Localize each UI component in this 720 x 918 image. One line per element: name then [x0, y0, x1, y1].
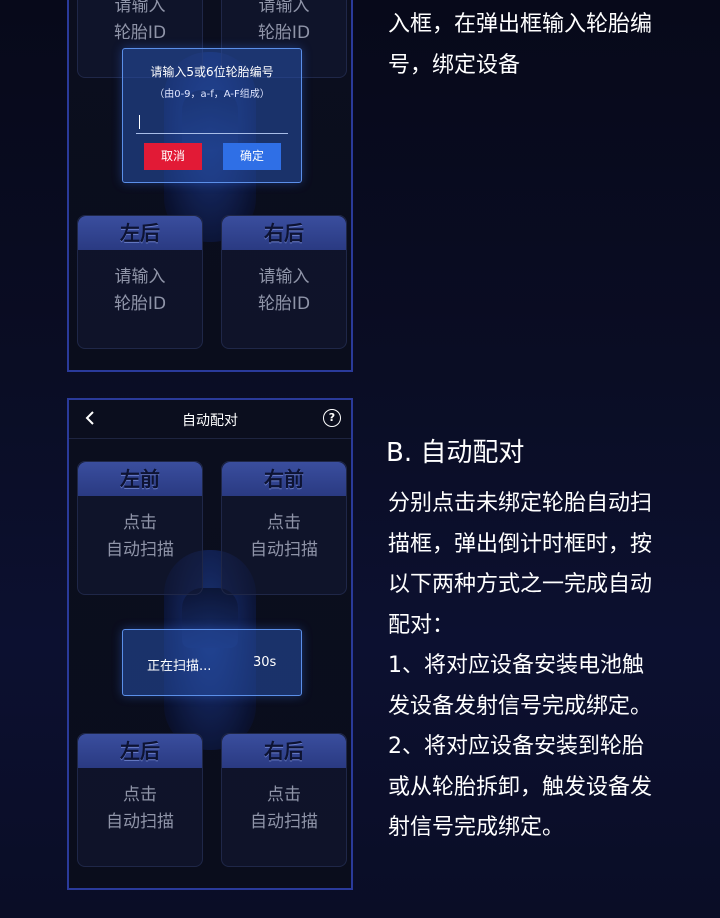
text-line: 配对： — [388, 612, 455, 638]
text-line: 号，绑定设备 — [388, 52, 521, 78]
tire-id-input-dialog: 请输入5或6位轮胎编号 （由0-9，a-f，A-F组成） 取消 确定 — [122, 48, 302, 183]
tire-label: 右后 — [222, 216, 346, 250]
confirm-button[interactable]: 确定 — [223, 143, 281, 170]
tire-prompt-line: 点击 — [267, 513, 301, 533]
tire-prompt-line: 点击 — [267, 785, 301, 805]
tire-placeholder-line: 请输入 — [114, 0, 166, 16]
dialog-hint: （由0-9，a-f，A-F组成） — [154, 89, 270, 100]
phone-screenshot-auto-pair: 自动配对 ? 左前 点击 自动扫描 右前 点击 自动扫描 左后 点击 自动扫描 … — [67, 398, 353, 890]
tire-placeholder-line: 请输入 — [258, 267, 310, 287]
tire-placeholder-line: 轮胎ID — [113, 23, 167, 43]
question-circle-icon[interactable]: ? — [323, 409, 341, 427]
cancel-button[interactable]: 取消 — [144, 143, 202, 170]
text-line: 分别点击未绑定轮胎自动扫 — [388, 491, 653, 516]
tire-prompt: 点击 自动扫描 — [78, 510, 202, 564]
auto-pair-instructions: 分别点击未绑定轮胎自动扫 描框，弹出倒计时框时，按 以下两种方式之一完成自动 配… — [388, 484, 688, 849]
nav-bar: 自动配对 ? — [69, 400, 351, 439]
tire-placeholder-line: 请输入 — [114, 267, 166, 287]
tire-prompt: 点击 自动扫描 — [222, 510, 346, 564]
tire-box-rear-left[interactable]: 左后 点击 自动扫描 — [77, 733, 203, 867]
dialog-title: 请输入5或6位轮胎编号 — [150, 65, 274, 79]
tire-prompt-line: 自动扫描 — [106, 812, 174, 832]
scanning-status: 正在扫描... — [147, 659, 212, 674]
text-line: 描框，弹出倒计时框时，按 — [388, 531, 653, 557]
intro-text-continued: 入框，在弹出框输入轮胎编 号，绑定设备 — [388, 5, 688, 86]
countdown-timer: 30s — [253, 655, 277, 670]
text-line: 2、将对应设备安装到轮胎 — [388, 734, 644, 759]
tire-box-rear-right[interactable]: 右后 点击 自动扫描 — [221, 733, 347, 867]
text-line: 以下两种方式之一完成自动 — [388, 572, 653, 597]
tire-prompt: 点击 自动扫描 — [222, 782, 346, 836]
tire-prompt-line: 点击 — [123, 513, 157, 533]
tire-label: 左后 — [78, 216, 202, 250]
tire-label: 左后 — [78, 734, 202, 768]
tire-prompt-line: 自动扫描 — [106, 540, 174, 560]
section-heading: B. 自动配对 — [386, 438, 525, 468]
tire-prompt-line: 点击 — [123, 785, 157, 805]
tire-box-front-right[interactable]: 右前 点击 自动扫描 — [221, 461, 347, 595]
tire-id-input[interactable] — [136, 113, 288, 134]
tire-box-rear-right[interactable]: 右后 请输入 轮胎ID — [221, 215, 347, 349]
text-line: 1、将对应设备安装电池触 — [388, 653, 644, 678]
tire-label: 左前 — [78, 462, 202, 496]
tire-label: 右后 — [222, 734, 346, 768]
tire-box-front-left[interactable]: 左前 点击 自动扫描 — [77, 461, 203, 595]
text-line: 或从轮胎拆卸，触发设备发 — [388, 774, 653, 800]
tire-placeholder: 请输入 轮胎ID — [222, 264, 346, 318]
phone-screenshot-manual: 请输入 轮胎ID 请输入 轮胎ID 左后 请输入 轮胎ID 右后 请输入 轮胎I… — [67, 0, 353, 372]
text-line: 射信号完成绑定。 — [388, 815, 565, 840]
tire-placeholder-line: 轮胎ID — [257, 23, 311, 43]
text-line: 发设备发射信号完成绑定。 — [388, 693, 653, 719]
text-caret — [139, 115, 140, 129]
tire-prompt: 点击 自动扫描 — [78, 782, 202, 836]
tire-box-rear-left[interactable]: 左后 请输入 轮胎ID — [77, 215, 203, 349]
tire-placeholder-line: 轮胎ID — [257, 294, 311, 314]
tire-prompt-line: 自动扫描 — [250, 540, 318, 560]
tire-label: 右前 — [222, 462, 346, 496]
tire-placeholder: 请输入 轮胎ID — [78, 0, 202, 47]
tire-placeholder: 请输入 轮胎ID — [78, 264, 202, 318]
text-line: 入框，在弹出框输入轮胎编 — [388, 12, 653, 37]
tire-placeholder: 请输入 轮胎ID — [222, 0, 346, 47]
page-title: 自动配对 — [182, 413, 238, 429]
tire-placeholder-line: 轮胎ID — [113, 294, 167, 314]
tire-prompt-line: 自动扫描 — [250, 812, 318, 832]
scanning-dialog: 正在扫描... 30s — [122, 629, 302, 696]
tire-placeholder-line: 请输入 — [258, 0, 310, 16]
